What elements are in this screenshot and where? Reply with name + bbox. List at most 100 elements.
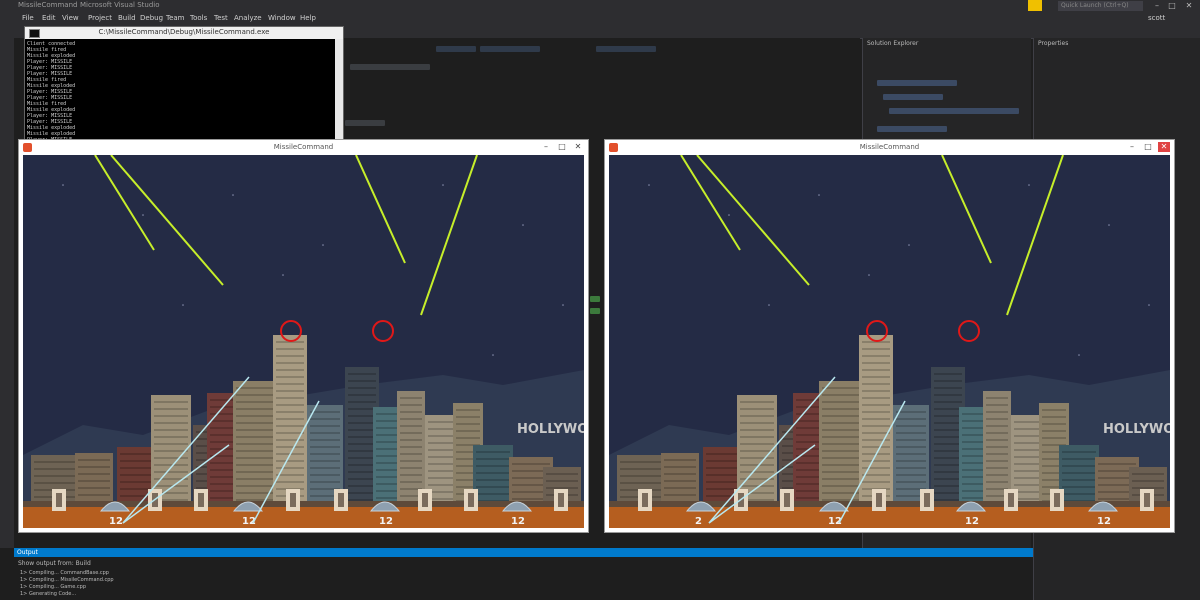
close-icon[interactable]: ✕: [572, 142, 584, 152]
building-windows: [276, 383, 304, 385]
building-windows: [1014, 456, 1042, 458]
menu-test[interactable]: Test: [214, 14, 228, 22]
building-windows: [348, 415, 376, 417]
ammo-count: 12: [511, 516, 525, 527]
menu-file[interactable]: File: [22, 14, 34, 22]
tree-item[interactable]: [883, 94, 943, 100]
building-windows: [862, 404, 890, 406]
star: [522, 224, 524, 226]
tree-item[interactable]: [877, 80, 957, 86]
building-windows: [862, 467, 890, 469]
minimize-icon[interactable]: –: [1150, 0, 1164, 12]
editor-tab[interactable]: [480, 46, 540, 52]
building-windows: [154, 471, 188, 473]
ide-title-bar: MissileCommand Microsoft Visual Studio: [0, 0, 1200, 12]
maximize-icon[interactable]: □: [1165, 0, 1179, 12]
output-source-select[interactable]: Show output from: Build: [18, 560, 218, 568]
building-windows: [986, 446, 1008, 448]
output-title: Output: [14, 548, 1033, 557]
editor-tab[interactable]: [596, 46, 656, 52]
ammo-count: 12: [109, 516, 123, 527]
building-windows: [310, 460, 340, 462]
building-windows: [1042, 430, 1066, 432]
building-windows: [986, 418, 1008, 420]
star: [62, 184, 64, 186]
code-line: [345, 120, 385, 126]
building-windows: [934, 478, 962, 480]
building-windows: [310, 453, 340, 455]
building-windows: [740, 464, 774, 466]
maximize-icon[interactable]: □: [1142, 142, 1154, 152]
console-window[interactable]: C:\MissileCommand\Debug\MissileCommand.e…: [24, 26, 344, 146]
building-windows: [154, 436, 188, 438]
quick-launch-input[interactable]: Quick Launch (Ctrl+Q): [1058, 1, 1143, 11]
building-windows: [276, 390, 304, 392]
menu-window[interactable]: Window: [268, 14, 296, 22]
building-windows: [476, 479, 510, 481]
city-block-door: [1054, 493, 1060, 507]
game-canvas[interactable]: HOLLYWOOD2121212: [609, 155, 1170, 528]
building-windows: [428, 435, 456, 437]
building-windows: [348, 485, 376, 487]
minimize-icon[interactable]: –: [540, 142, 552, 152]
building-windows: [276, 439, 304, 441]
building-windows: [400, 404, 422, 406]
close-icon[interactable]: ✕: [1182, 0, 1196, 12]
menu-debug[interactable]: Debug: [140, 14, 163, 22]
building-windows: [310, 467, 340, 469]
game-title-bar[interactable]: MissileCommand – □ ✕: [19, 140, 588, 155]
menu-edit[interactable]: Edit: [42, 14, 56, 22]
tree-item[interactable]: [889, 108, 1019, 114]
building-windows: [986, 439, 1008, 441]
building-windows: [428, 463, 456, 465]
menu-help[interactable]: Help: [300, 14, 316, 22]
building-windows: [1042, 437, 1066, 439]
menu-project[interactable]: Project: [88, 14, 112, 22]
notification-flag-icon[interactable]: [1028, 0, 1042, 11]
game-canvas[interactable]: HOLLYWOOD12121212: [23, 155, 584, 528]
game-title-bar[interactable]: MissileCommand – □ ✕: [605, 140, 1174, 155]
building-windows: [546, 480, 578, 482]
building-windows: [1132, 487, 1164, 489]
left-tool-rail[interactable]: [0, 38, 14, 548]
building-windows: [78, 494, 110, 496]
star: [1148, 304, 1150, 306]
game-window-right[interactable]: MissileCommand – □ ✕ HOLLYWOOD2121212: [604, 139, 1175, 533]
building-windows: [276, 446, 304, 448]
building-windows: [310, 446, 340, 448]
building-windows: [620, 482, 664, 484]
building-windows: [428, 449, 456, 451]
menu-build[interactable]: Build: [118, 14, 136, 22]
building-windows: [348, 387, 376, 389]
menu-team[interactable]: Team: [166, 14, 185, 22]
building-windows: [862, 411, 890, 413]
building-windows: [310, 432, 340, 434]
menu-view[interactable]: View: [62, 14, 79, 22]
building-windows: [1014, 477, 1042, 479]
building-windows: [348, 471, 376, 473]
building-windows: [400, 411, 422, 413]
building-windows: [310, 425, 340, 427]
editor-tab[interactable]: [436, 46, 476, 52]
game-window-left[interactable]: MissileCommand – □ ✕ HOLLYWOOD12121212: [18, 139, 589, 533]
building-windows: [934, 373, 962, 375]
building-windows: [428, 428, 456, 430]
building-windows: [1062, 451, 1096, 453]
star: [818, 194, 820, 196]
user-name[interactable]: scott: [1148, 14, 1165, 22]
building-windows: [400, 467, 422, 469]
close-icon[interactable]: ✕: [1158, 142, 1170, 152]
building-windows: [400, 460, 422, 462]
menu-analyze[interactable]: Analyze: [234, 14, 262, 22]
building-windows: [1014, 449, 1042, 451]
maximize-icon[interactable]: □: [556, 142, 568, 152]
tree-item[interactable]: [877, 126, 947, 132]
console-title-bar[interactable]: C:\MissileCommand\Debug\MissileCommand.e…: [25, 27, 343, 39]
console-scrollbar[interactable]: [335, 39, 343, 145]
building-windows: [348, 443, 376, 445]
building-windows: [348, 499, 376, 501]
building-windows: [276, 362, 304, 364]
menu-tools[interactable]: Tools: [190, 14, 207, 22]
building-windows: [862, 481, 890, 483]
minimize-icon[interactable]: –: [1126, 142, 1138, 152]
